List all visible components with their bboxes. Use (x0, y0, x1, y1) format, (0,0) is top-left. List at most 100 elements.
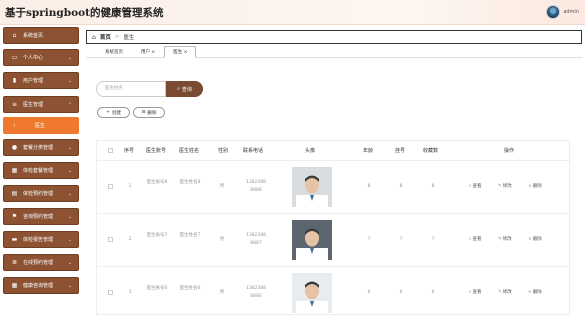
breadcrumb: ⌂ 首页 > 医生 (86, 30, 582, 44)
table-row: 1 医生账号8 医生姓名8 男 13823888888 8 8 8 ⌕查看 ✎修改 ×删除 (97, 161, 571, 214)
doctor-photo (292, 273, 332, 313)
view-button[interactable]: ⌕查看 (469, 289, 482, 295)
cell-no: 3 (128, 290, 132, 295)
edit-button[interactable]: ✎修改 (498, 289, 512, 295)
search-input[interactable]: 医生姓名 (96, 81, 166, 97)
delete-button[interactable]: ×删除 (528, 236, 542, 242)
sidebar-item-10[interactable]: ≣ 在线预约管理 ⌄ (3, 254, 79, 271)
sidebar-item-11[interactable]: ▦ 健康咨询管理 ⌄ (3, 277, 79, 294)
pencil-icon: ✎ (498, 184, 502, 189)
user-icon: ▮ (12, 77, 17, 84)
search-button[interactable]: ⌕ 查询 (166, 81, 203, 97)
select-all-checkbox[interactable] (108, 148, 113, 153)
menu-icon: ≡ (11, 101, 18, 108)
delete-label: 删除 (532, 184, 542, 189)
view-button[interactable]: ⌕查看 (469, 183, 482, 189)
grid2-icon: ▦ (11, 282, 18, 289)
cell-favorites: 8 (431, 184, 435, 189)
chevron-down-icon: ⌄ (67, 191, 72, 197)
avatar[interactable] (546, 5, 561, 19)
grid-icon: ▦ (11, 167, 18, 174)
cell-gender: 男 (219, 290, 225, 295)
doc-icon: ▤ (11, 190, 18, 197)
delete-label: 删除 (532, 290, 542, 295)
doctor-photo (292, 220, 332, 260)
cell-gender: 男 (219, 237, 225, 242)
header-registration: 挂号 (395, 148, 406, 154)
sidebar-item-label: 系统首页 (23, 33, 44, 39)
header-phone: 联系电话 (243, 148, 264, 154)
magnifier-icon: ⌕ (469, 290, 472, 295)
table-row: 3 医生账号6 医生姓名6 男 13823888886 6 6 6 ⌕查看 ✎修改 ×删除 (97, 267, 571, 315)
tab-user[interactable]: 用户 × (132, 46, 164, 58)
cell-phone: 13823888886 (245, 286, 267, 299)
sidebar-item-label: 在线预约管理 (23, 260, 54, 266)
breadcrumb-current: 医生 (123, 35, 135, 41)
edit-label: 修改 (502, 290, 512, 295)
chevron-down-icon: ⌄ (67, 214, 72, 220)
cell-name: 医生姓名7 (179, 233, 201, 238)
top-header: 基于springboot的健康管理系统 admin (0, 0, 585, 25)
delete-button[interactable]: ×删除 (528, 289, 542, 295)
magnifier-icon: ⌕ (469, 237, 472, 242)
cell-phone: 13823888888 (245, 180, 267, 193)
cell-registration: 6 (399, 290, 403, 295)
home-icon[interactable]: ⌂ (92, 34, 96, 41)
sidebar-item-label: 体检报告管理 (23, 237, 54, 243)
row-checkbox[interactable] (108, 237, 113, 242)
doctor-table: 序号 医生账号 医生姓名 性别 联系电话 头像 年龄 挂号 收藏数 操作 1 医生… (96, 140, 571, 315)
sidebar-item-label: 健康咨询管理 (23, 283, 54, 289)
plus-icon: + (106, 110, 110, 115)
sidebar-item-4[interactable]: › 医生 (3, 117, 79, 134)
header-actions: 操作 (504, 148, 515, 154)
search-icon: ⌕ (177, 86, 180, 92)
view-label: 查看 (472, 237, 482, 242)
tab-home[interactable]: 系统首页 (96, 46, 132, 58)
trash-icon: ⊟ (141, 110, 146, 115)
row-checkbox[interactable] (108, 184, 113, 189)
row-checkbox[interactable] (108, 290, 113, 295)
create-button-label: 创建 (111, 110, 121, 116)
cell-name: 医生姓名6 (179, 286, 201, 291)
user-area[interactable]: admin (546, 5, 579, 19)
breadcrumb-home[interactable]: 首页 (100, 33, 111, 41)
sidebar-item-1[interactable]: ▭ 个人中心 ⌄ (3, 49, 79, 66)
sidebar-item-label: 体检套餐管理 (23, 168, 54, 174)
cell-account: 医生账号8 (146, 180, 168, 185)
sidebar-item-9[interactable]: ▬ 体检报告管理 ⌄ (3, 231, 79, 248)
sidebar-item-2[interactable]: ▮ 用户管理 ⌄ (3, 72, 79, 89)
tab-bar: 系统首页 用户 × 医生 × (96, 46, 197, 58)
delete-button[interactable]: ×删除 (528, 183, 542, 189)
sidebar-item-5[interactable]: ● 套餐分类管理 ⌄ (3, 139, 79, 156)
cell-account: 医生账号7 (146, 233, 168, 238)
cell-favorites: 7 (431, 237, 435, 242)
search-button-label: 查询 (181, 86, 192, 93)
pencil-icon: ✎ (498, 237, 502, 242)
chevron-down-icon: ⌄ (67, 78, 72, 84)
sidebar-item-7[interactable]: ▤ 体检预约管理 ⌄ (3, 185, 79, 202)
sidebar-item-0[interactable]: ⌂ 系统首页 (3, 27, 79, 44)
edit-button[interactable]: ✎修改 (498, 236, 512, 242)
cell-account: 医生账号6 (146, 286, 168, 291)
delete-button[interactable]: ⊟ 删除 (133, 107, 165, 118)
monitor-icon: ▭ (11, 54, 18, 61)
cell-no: 2 (128, 237, 132, 242)
cell-age: 7 (367, 237, 371, 242)
sidebar-item-6[interactable]: ▦ 体检套餐管理 ⌄ (3, 162, 79, 179)
cell-favorites: 6 (431, 290, 435, 295)
tab-doctor[interactable]: 医生 × (164, 46, 197, 58)
list-icon: ≣ (11, 259, 18, 266)
cell-age: 8 (367, 184, 371, 189)
cell-registration: 8 (399, 184, 403, 189)
edit-button[interactable]: ✎修改 (498, 183, 512, 189)
header-favorites: 收藏数 (423, 148, 439, 154)
magnifier-icon: ⌕ (469, 184, 472, 189)
header-name: 医生姓名 (179, 148, 200, 154)
pencil-icon: ✎ (498, 290, 502, 295)
create-button[interactable]: + 创建 (97, 107, 130, 118)
view-button[interactable]: ⌕查看 (469, 236, 482, 242)
sidebar-item-3[interactable]: ≡ 医生管理 ⌃ (3, 96, 79, 113)
table-row: 2 医生账号7 医生姓名7 男 13823888887 7 7 7 ⌕查看 ✎修改 ×删除 (97, 214, 571, 267)
view-label: 查看 (472, 184, 482, 189)
sidebar-item-8[interactable]: ⚑ 咨询预约管理 ⌄ (3, 208, 79, 225)
